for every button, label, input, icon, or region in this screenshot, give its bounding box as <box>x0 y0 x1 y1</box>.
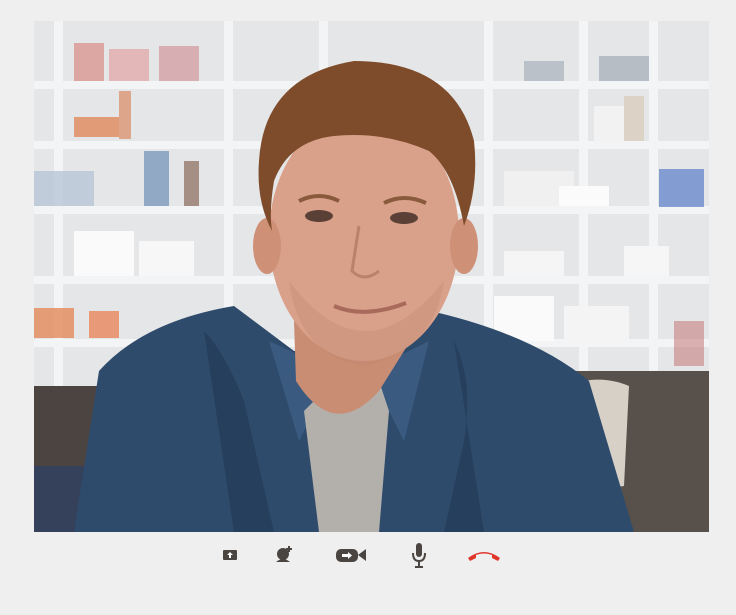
add-person-icon <box>276 546 292 562</box>
microphone-icon <box>412 543 426 568</box>
video-camera-icon <box>336 549 366 562</box>
call-controls-bar <box>0 536 736 576</box>
add-participant-button[interactable] <box>271 538 297 572</box>
toggle-camera-button[interactable] <box>333 538 369 572</box>
share-screen-button[interactable] <box>220 538 240 572</box>
video-scene <box>34 21 709 532</box>
toggle-microphone-button[interactable] <box>409 538 429 572</box>
remote-video-feed <box>34 21 709 532</box>
end-call-button[interactable] <box>464 538 504 572</box>
hang-up-phone-icon <box>468 552 500 561</box>
screen-share-icon <box>223 550 237 560</box>
